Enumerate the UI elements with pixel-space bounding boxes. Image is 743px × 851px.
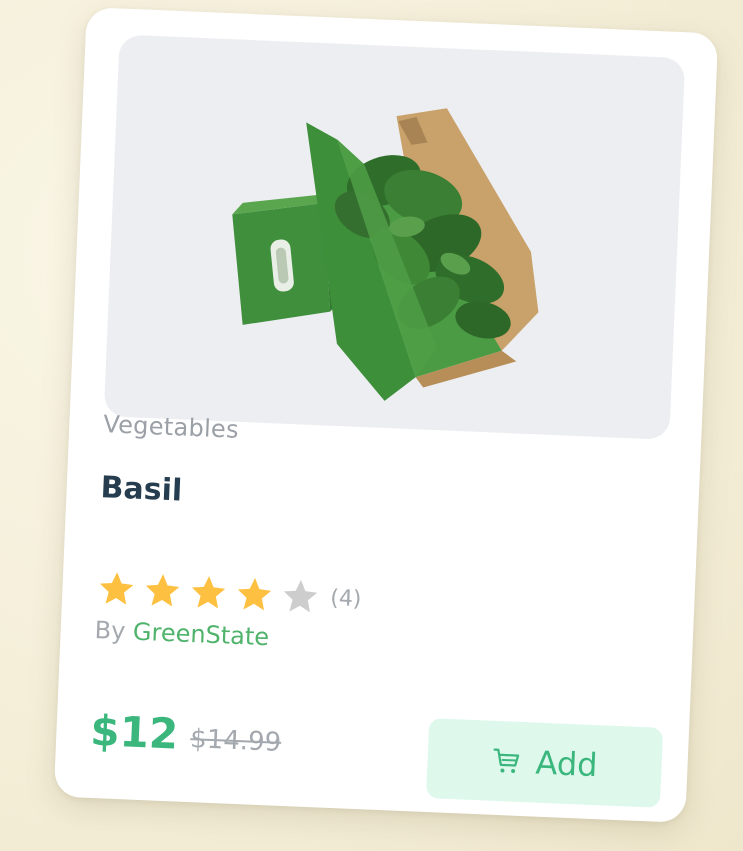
add-button-label: Add bbox=[534, 743, 599, 785]
product-category[interactable]: Vegetables bbox=[103, 410, 240, 444]
basil-box-illustration bbox=[232, 108, 539, 401]
product-image[interactable] bbox=[103, 34, 686, 440]
star-filled-icon bbox=[237, 577, 272, 611]
cart-icon bbox=[493, 748, 520, 774]
vendor-prefix: By bbox=[94, 616, 126, 646]
old-price: $14.99 bbox=[189, 724, 282, 758]
star-filled-icon bbox=[100, 572, 134, 605]
current-price: $12 bbox=[89, 705, 180, 759]
review-count: (4) bbox=[329, 585, 362, 612]
star-empty-icon bbox=[283, 579, 318, 613]
product-card[interactable]: Vegetables Basil (4) By GreenState $12 $… bbox=[53, 7, 719, 823]
rating: (4) bbox=[96, 568, 363, 619]
vendor: By GreenState bbox=[94, 616, 270, 651]
product-title[interactable]: Basil bbox=[100, 470, 183, 508]
star-filled-icon bbox=[145, 574, 180, 607]
vendor-link[interactable]: GreenState bbox=[132, 618, 269, 652]
add-to-cart-button[interactable]: Add bbox=[425, 718, 664, 808]
star-filled-icon bbox=[191, 576, 226, 609]
